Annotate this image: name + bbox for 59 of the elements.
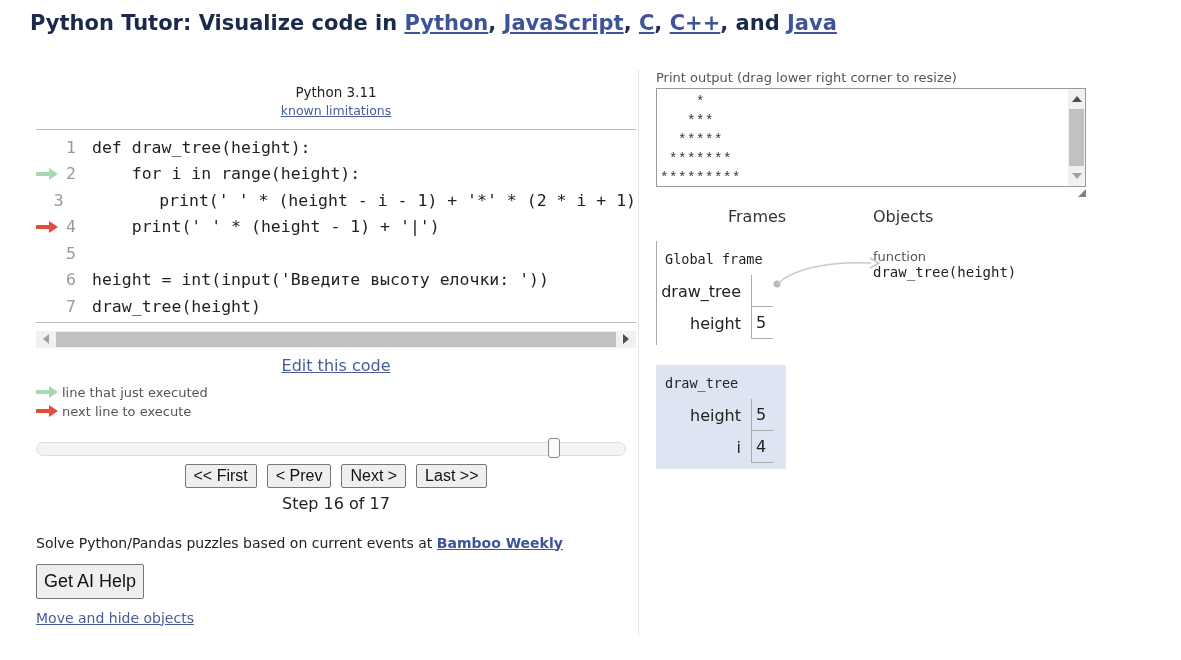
legend-text: next line to execute <box>62 403 192 419</box>
object-type: function <box>873 249 928 264</box>
ai-help-button[interactable]: Get AI Help <box>36 563 145 599</box>
variable-value: 5 <box>751 399 773 431</box>
line-number: 5 <box>65 243 76 263</box>
frame-name: Global frame <box>665 251 764 267</box>
scroll-right-icon[interactable] <box>622 334 630 344</box>
line-number: 1 <box>65 137 76 157</box>
variable-name: height <box>689 312 742 335</box>
language-link[interactable]: Java <box>787 11 837 35</box>
language-link[interactable]: JavaScript <box>503 11 624 35</box>
print-output-label: Print output (drag lower right corner to resize) <box>656 70 958 85</box>
variable-name: i <box>735 436 742 459</box>
function-signature: draw_tree(height) <box>873 264 1017 280</box>
output-text: * *** ***** ******* ********* <box>660 93 741 188</box>
code-line: for i in range(height): <box>130 164 361 184</box>
variable-value: 4 <box>751 431 773 463</box>
frames-heading: Frames <box>727 207 788 228</box>
step-nav-button[interactable]: Last >> <box>416 463 488 488</box>
language-link[interactable]: C <box>638 11 655 35</box>
code-line: print(' ' * (height - 1) + '|') <box>130 217 440 237</box>
code-line: draw_tree(height) <box>92 296 261 316</box>
move-hide-objects-link[interactable]: Move and hide objects <box>36 609 194 626</box>
step-counter: Step 16 of 17 <box>281 493 391 513</box>
step-nav-button[interactable]: < Prev <box>266 463 332 488</box>
vertical-scrollbar[interactable] <box>1068 89 1085 186</box>
scroll-left-icon[interactable] <box>42 334 50 344</box>
language-version: Python 3.11 <box>294 84 378 100</box>
promo-text: Solve Python/Pandas puzzles based on current events at Bamboo Weekly <box>36 534 564 551</box>
variable-value: 5 <box>751 307 773 339</box>
language-link[interactable]: Python <box>404 11 489 35</box>
step-nav-button[interactable]: << First <box>184 463 257 488</box>
line-number: 6 <box>65 270 76 290</box>
line-number: 3 <box>52 190 64 210</box>
variable-name: height <box>689 404 742 427</box>
scroll-down-icon[interactable] <box>1071 172 1082 180</box>
code-line: def draw_tree(height): <box>92 137 311 157</box>
code-line: print(' ' * (height - i - 1) + '*' * (2 * i + 1) <box>158 190 636 210</box>
pointer-cell <box>751 275 773 307</box>
edit-code-link[interactable]: Edit this code <box>281 355 391 375</box>
line-number: 2 <box>65 164 76 184</box>
known-limitations-link[interactable]: known limitations <box>280 103 392 118</box>
language-link[interactable]: C++ <box>669 11 721 35</box>
step-nav-button[interactable]: Next > <box>341 463 407 488</box>
frame-name: draw_tree <box>665 375 740 391</box>
slider-thumb[interactable] <box>548 437 561 458</box>
legend-text: line that just executed <box>62 384 208 400</box>
step-slider[interactable] <box>36 441 626 456</box>
resize-grip-icon[interactable] <box>1078 189 1086 197</box>
page-title: Python Tutor: Visualize code in Python, JavaScript, C, C++, and Java <box>29 10 838 37</box>
scroll-up-icon[interactable] <box>1071 95 1082 103</box>
line-number: 4 <box>65 217 76 237</box>
line-number: 7 <box>65 296 76 316</box>
objects-heading: Objects <box>873 207 935 228</box>
bamboo-weekly-link[interactable]: Bamboo Weekly <box>436 534 563 551</box>
legend-arrow-icon <box>36 405 58 417</box>
code-line: height = int(input('Введите высоту елочки: ')) <box>92 270 549 290</box>
legend-arrow-icon <box>36 386 58 398</box>
horizontal-scrollbar[interactable] <box>36 330 636 348</box>
